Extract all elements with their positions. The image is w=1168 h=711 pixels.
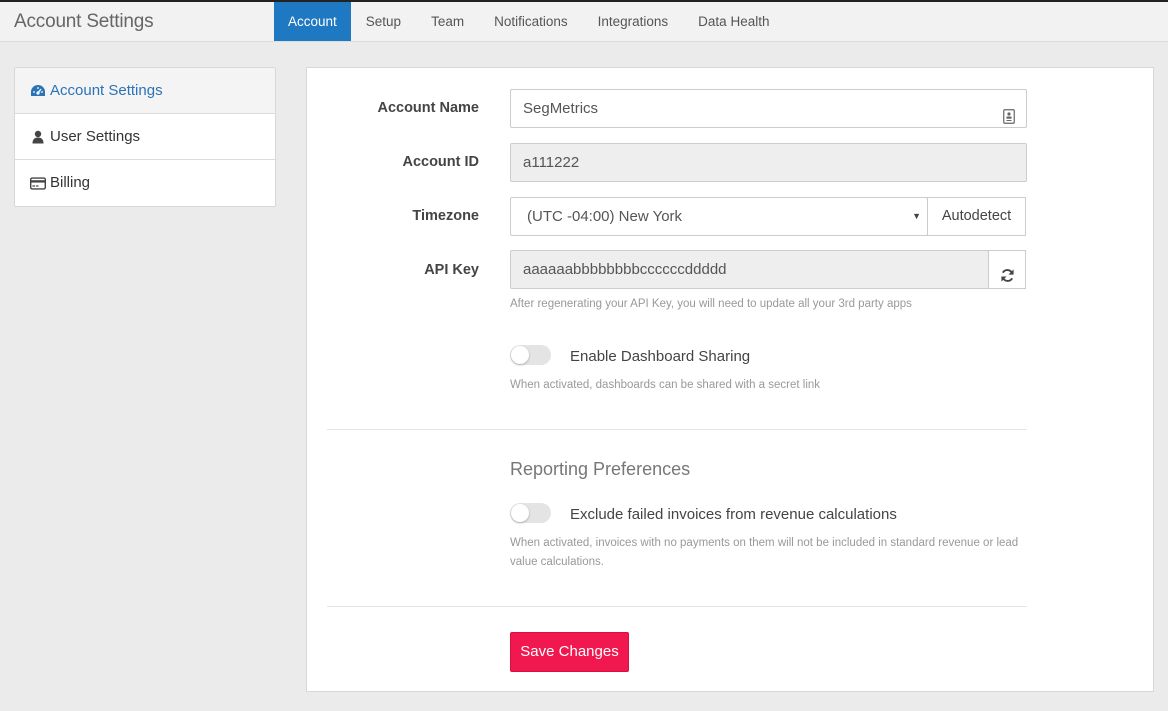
timezone-label: Timezone [412,208,479,224]
exclude-failed-invoices-toggle[interactable] [510,503,551,523]
user-icon [30,129,46,145]
sidebar-item-user-settings[interactable]: User Settings [15,114,275,160]
account-name-label: Account Name [377,100,479,116]
exclude-failed-invoices-label: Exclude failed invoices from revenue cal… [570,506,897,523]
dashboard-sharing-label: Enable Dashboard Sharing [570,348,751,365]
toggle-knob [511,504,529,522]
divider [327,606,1027,607]
timezone-select[interactable]: (UTC -04:00) New York ▼ [510,197,928,236]
account-id-field: a111222 [510,143,1027,182]
save-changes-button[interactable]: Save Changes [510,632,629,672]
api-key-label: API Key [424,262,479,278]
tab-notifications[interactable]: Notifications [479,2,583,41]
sidebar-item-account-settings[interactable]: Account Settings [15,68,275,114]
contact-card-icon [1003,101,1015,124]
reporting-preferences-heading: Reporting Preferences [510,459,691,479]
toggle-knob [511,346,529,364]
account-name-value: SegMetrics [523,100,599,117]
tab-integrations[interactable]: Integrations [583,2,684,41]
exclude-failed-invoices-help-line2: value calculations. [510,556,604,568]
account-name-input[interactable]: SegMetrics [510,89,1027,128]
dashboard-sharing-toggle[interactable] [510,345,551,365]
dashboard-sharing-help: When activated, dashboards can be shared… [510,379,821,391]
sidebar-item-label: Billing [50,174,91,191]
timezone-value: (UTC -04:00) New York [527,208,683,225]
regenerate-api-key-button[interactable] [988,250,1026,289]
api-key-field: aaaaaabbbbbbbbccccccddddd [510,250,989,289]
sidebar-item-billing[interactable]: Billing [15,160,275,206]
exclude-failed-invoices-help-line1: When activated, invoices with no payment… [510,537,1019,549]
api-key-help: After regenerating your API Key, you wil… [510,298,912,310]
tab-bar: Account Setup Team Notifications Integra… [274,2,784,41]
dashboard-icon [30,83,46,99]
sidebar-item-label: User Settings [50,127,141,145]
sidebar: Account Settings User Settings Billing [14,67,276,207]
tab-setup[interactable]: Setup [351,2,416,41]
page-title: Account Settings [14,11,154,32]
top-bar: Account Settings Account Setup Team Noti… [0,0,1168,42]
refresh-icon [1000,261,1015,298]
settings-panel: Account Name SegMetrics Account ID a1112… [306,67,1154,692]
autodetect-button[interactable]: Autodetect [927,197,1026,236]
chevron-down-icon: ▼ [912,211,921,221]
account-id-label: Account ID [402,154,479,170]
divider [327,429,1027,430]
sidebar-item-label: Account Settings [50,81,163,99]
tab-account[interactable]: Account [274,2,351,41]
tab-team[interactable]: Team [416,2,479,41]
tab-data-health[interactable]: Data Health [683,2,784,41]
credit-card-icon [30,175,46,191]
